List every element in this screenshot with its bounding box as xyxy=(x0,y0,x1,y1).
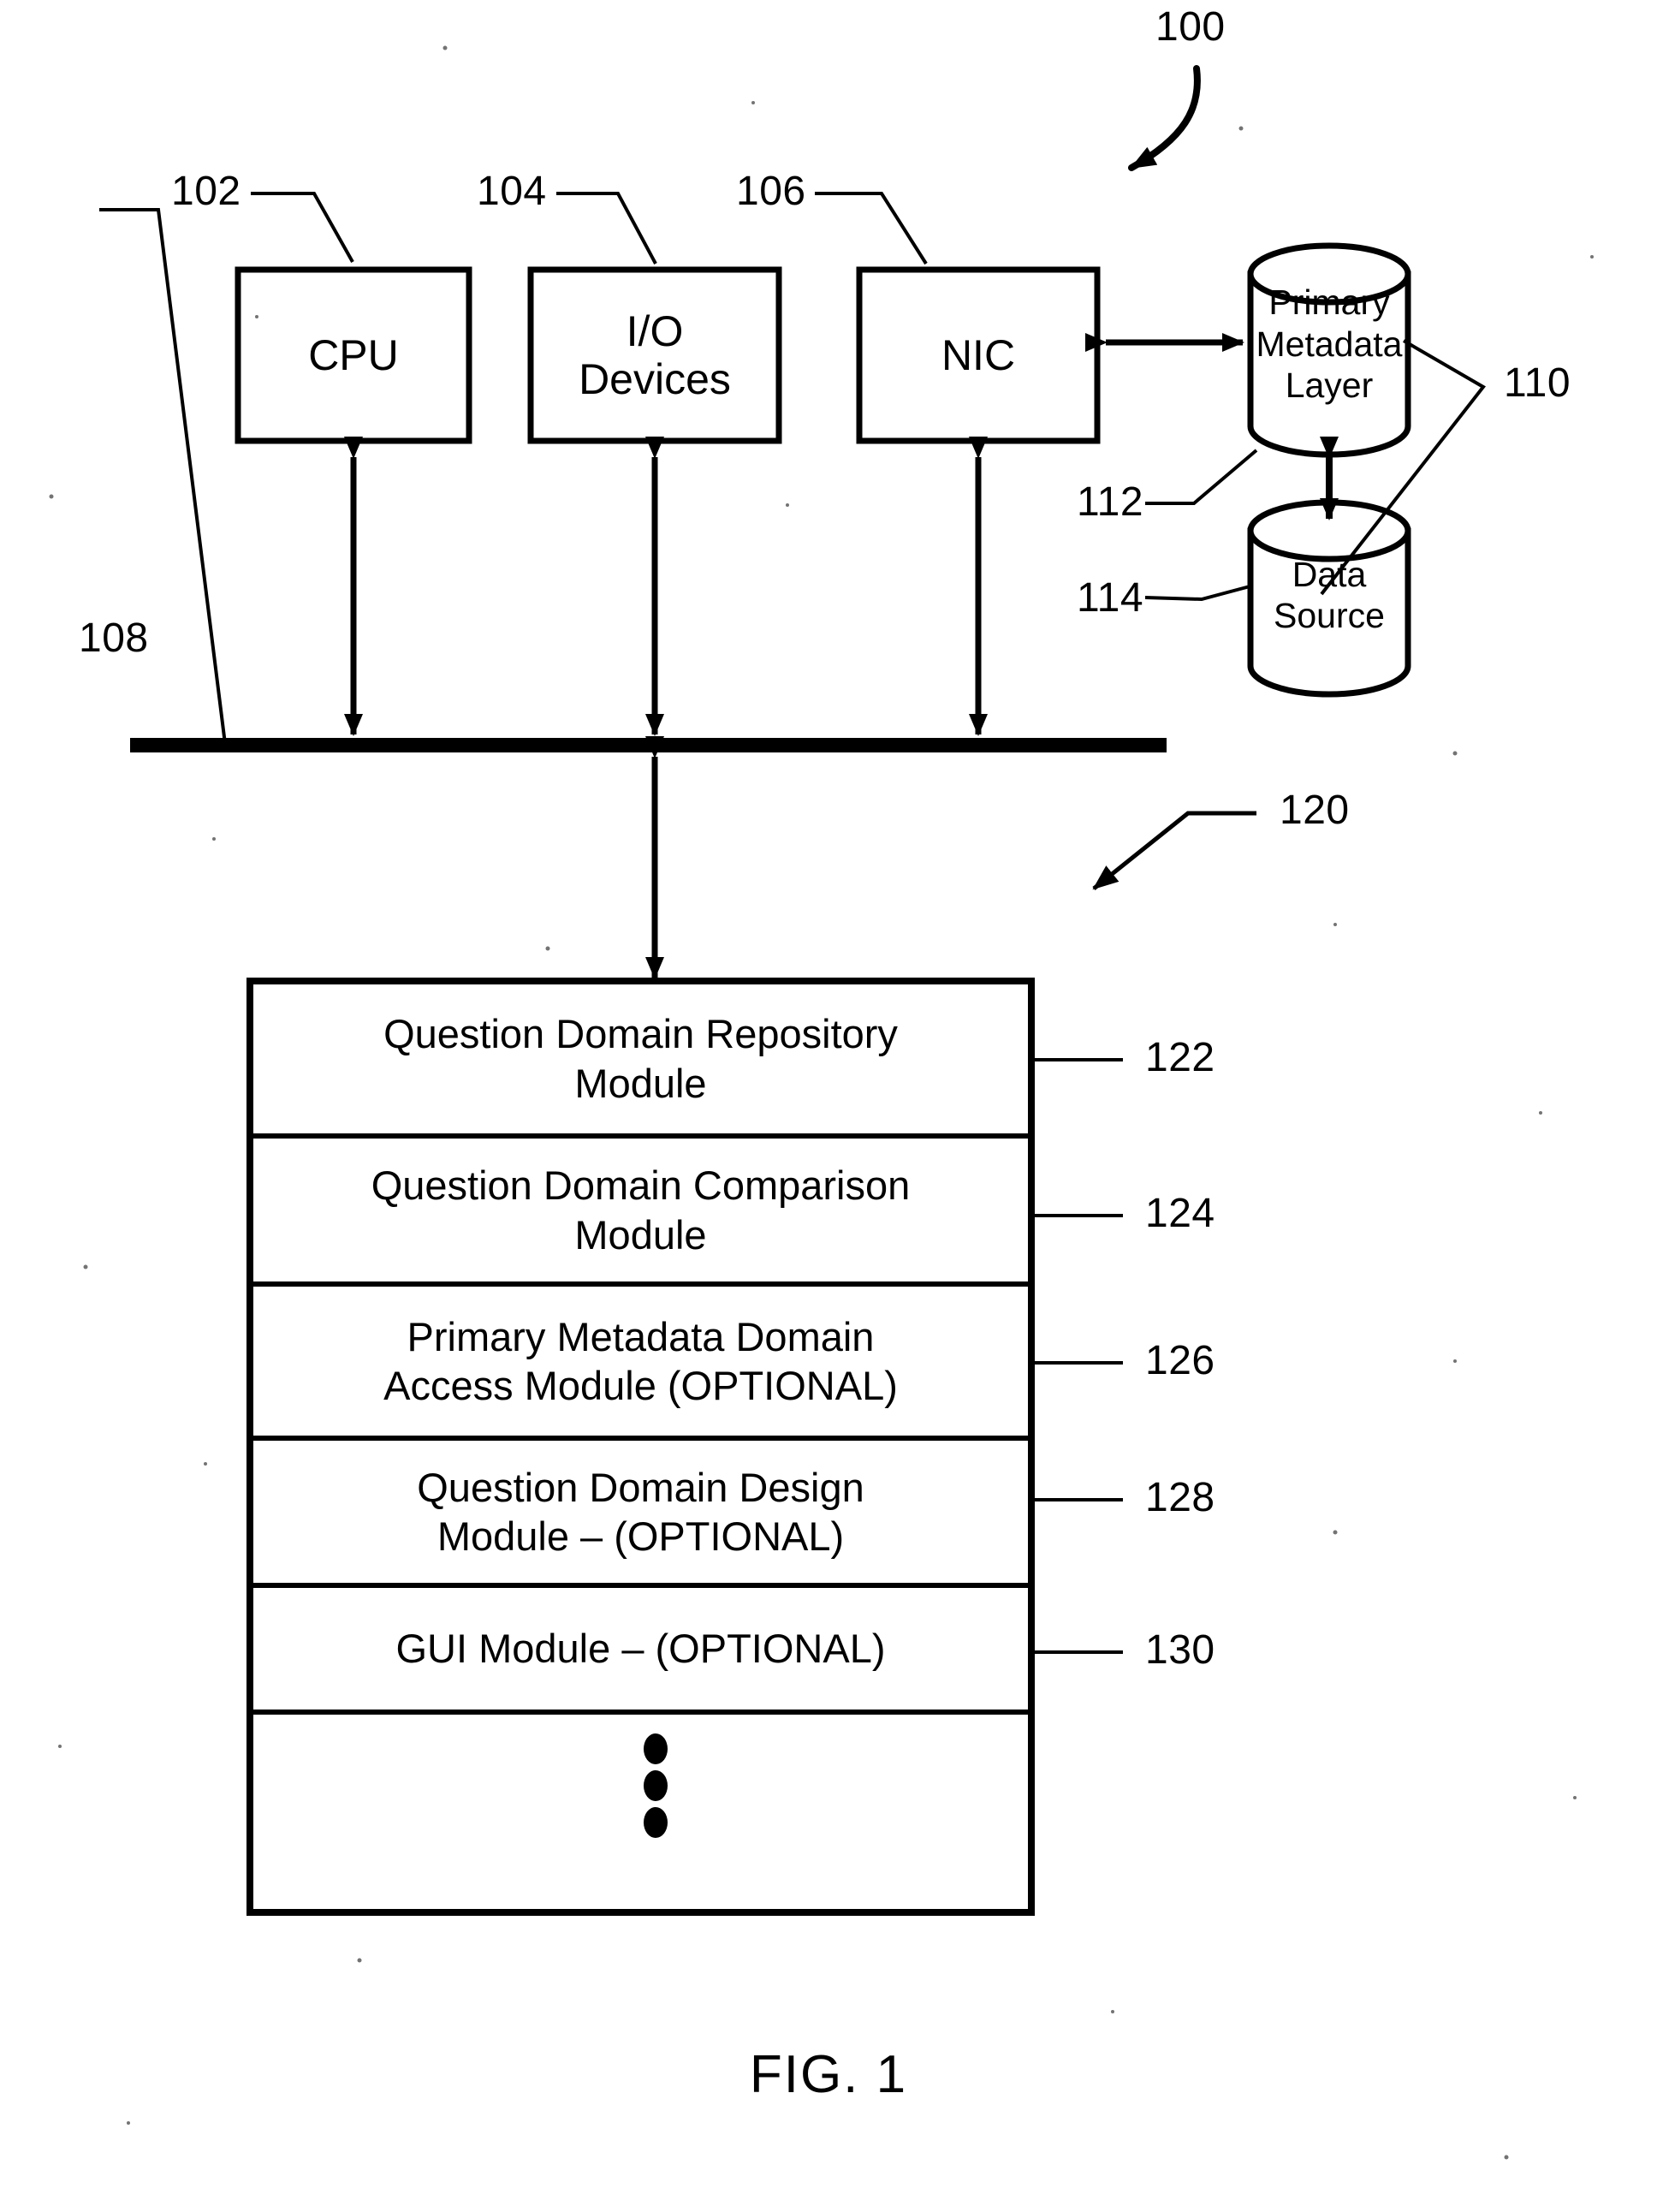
leader-line-114 xyxy=(1144,584,1254,602)
ref-number-124: 124 xyxy=(1145,1191,1215,1236)
ref-number-104: 104 xyxy=(477,169,547,214)
system-pointer-arrow xyxy=(1128,65,1201,171)
module-row-label-question-domain-design: Question Domain Design Module – (OPTIONA… xyxy=(417,1464,864,1559)
patent-figure-page: 100 CPU I/O Devices NIC 102 104 106 108 … xyxy=(0,0,1657,2212)
module-row-label-gui-module: GUI Module – (OPTIONAL) xyxy=(395,1626,886,1672)
ref-number-110: 110 xyxy=(1504,360,1571,406)
leader-line-112 xyxy=(1145,449,1258,505)
leader-line-106 xyxy=(815,192,928,265)
ref-number-112: 112 xyxy=(1077,479,1144,525)
leader-line-120 xyxy=(1092,811,1256,890)
nic-box-label: NIC xyxy=(941,331,1016,379)
ref-number-108: 108 xyxy=(79,615,149,661)
ref-number-126: 126 xyxy=(1145,1338,1215,1383)
module-row-label-question-domain-comparison: Question Domain Comparison Module xyxy=(371,1162,911,1258)
leader-line-104 xyxy=(556,192,657,265)
data-source-label: Data Source xyxy=(1274,554,1385,635)
leader-line-102 xyxy=(251,192,354,263)
ref-number-122: 122 xyxy=(1145,1035,1215,1080)
ref-number-130: 130 xyxy=(1145,1627,1215,1673)
primary-metadata-layer-label: Primary Metadata Layer xyxy=(1256,282,1403,406)
module-row-label-continuation xyxy=(250,1712,1031,1912)
figure-caption: FIG. 1 xyxy=(749,2045,908,2104)
cpu-box-label: CPU xyxy=(308,331,399,379)
ref-number-102: 102 xyxy=(171,169,241,214)
ref-number-120: 120 xyxy=(1280,788,1350,833)
ref-number-128: 128 xyxy=(1145,1475,1215,1520)
ref-number-114: 114 xyxy=(1077,575,1144,621)
module-row-label-primary-metadata-domain-access: Primary Metadata Domain Access Module (O… xyxy=(383,1313,898,1408)
ref-number-106: 106 xyxy=(736,169,806,214)
module-row-label-question-domain-repository: Question Domain Repository Module xyxy=(383,1011,898,1106)
io-devices-box-label: I/O Devices xyxy=(579,307,731,403)
ref-number-100: 100 xyxy=(1155,4,1226,50)
